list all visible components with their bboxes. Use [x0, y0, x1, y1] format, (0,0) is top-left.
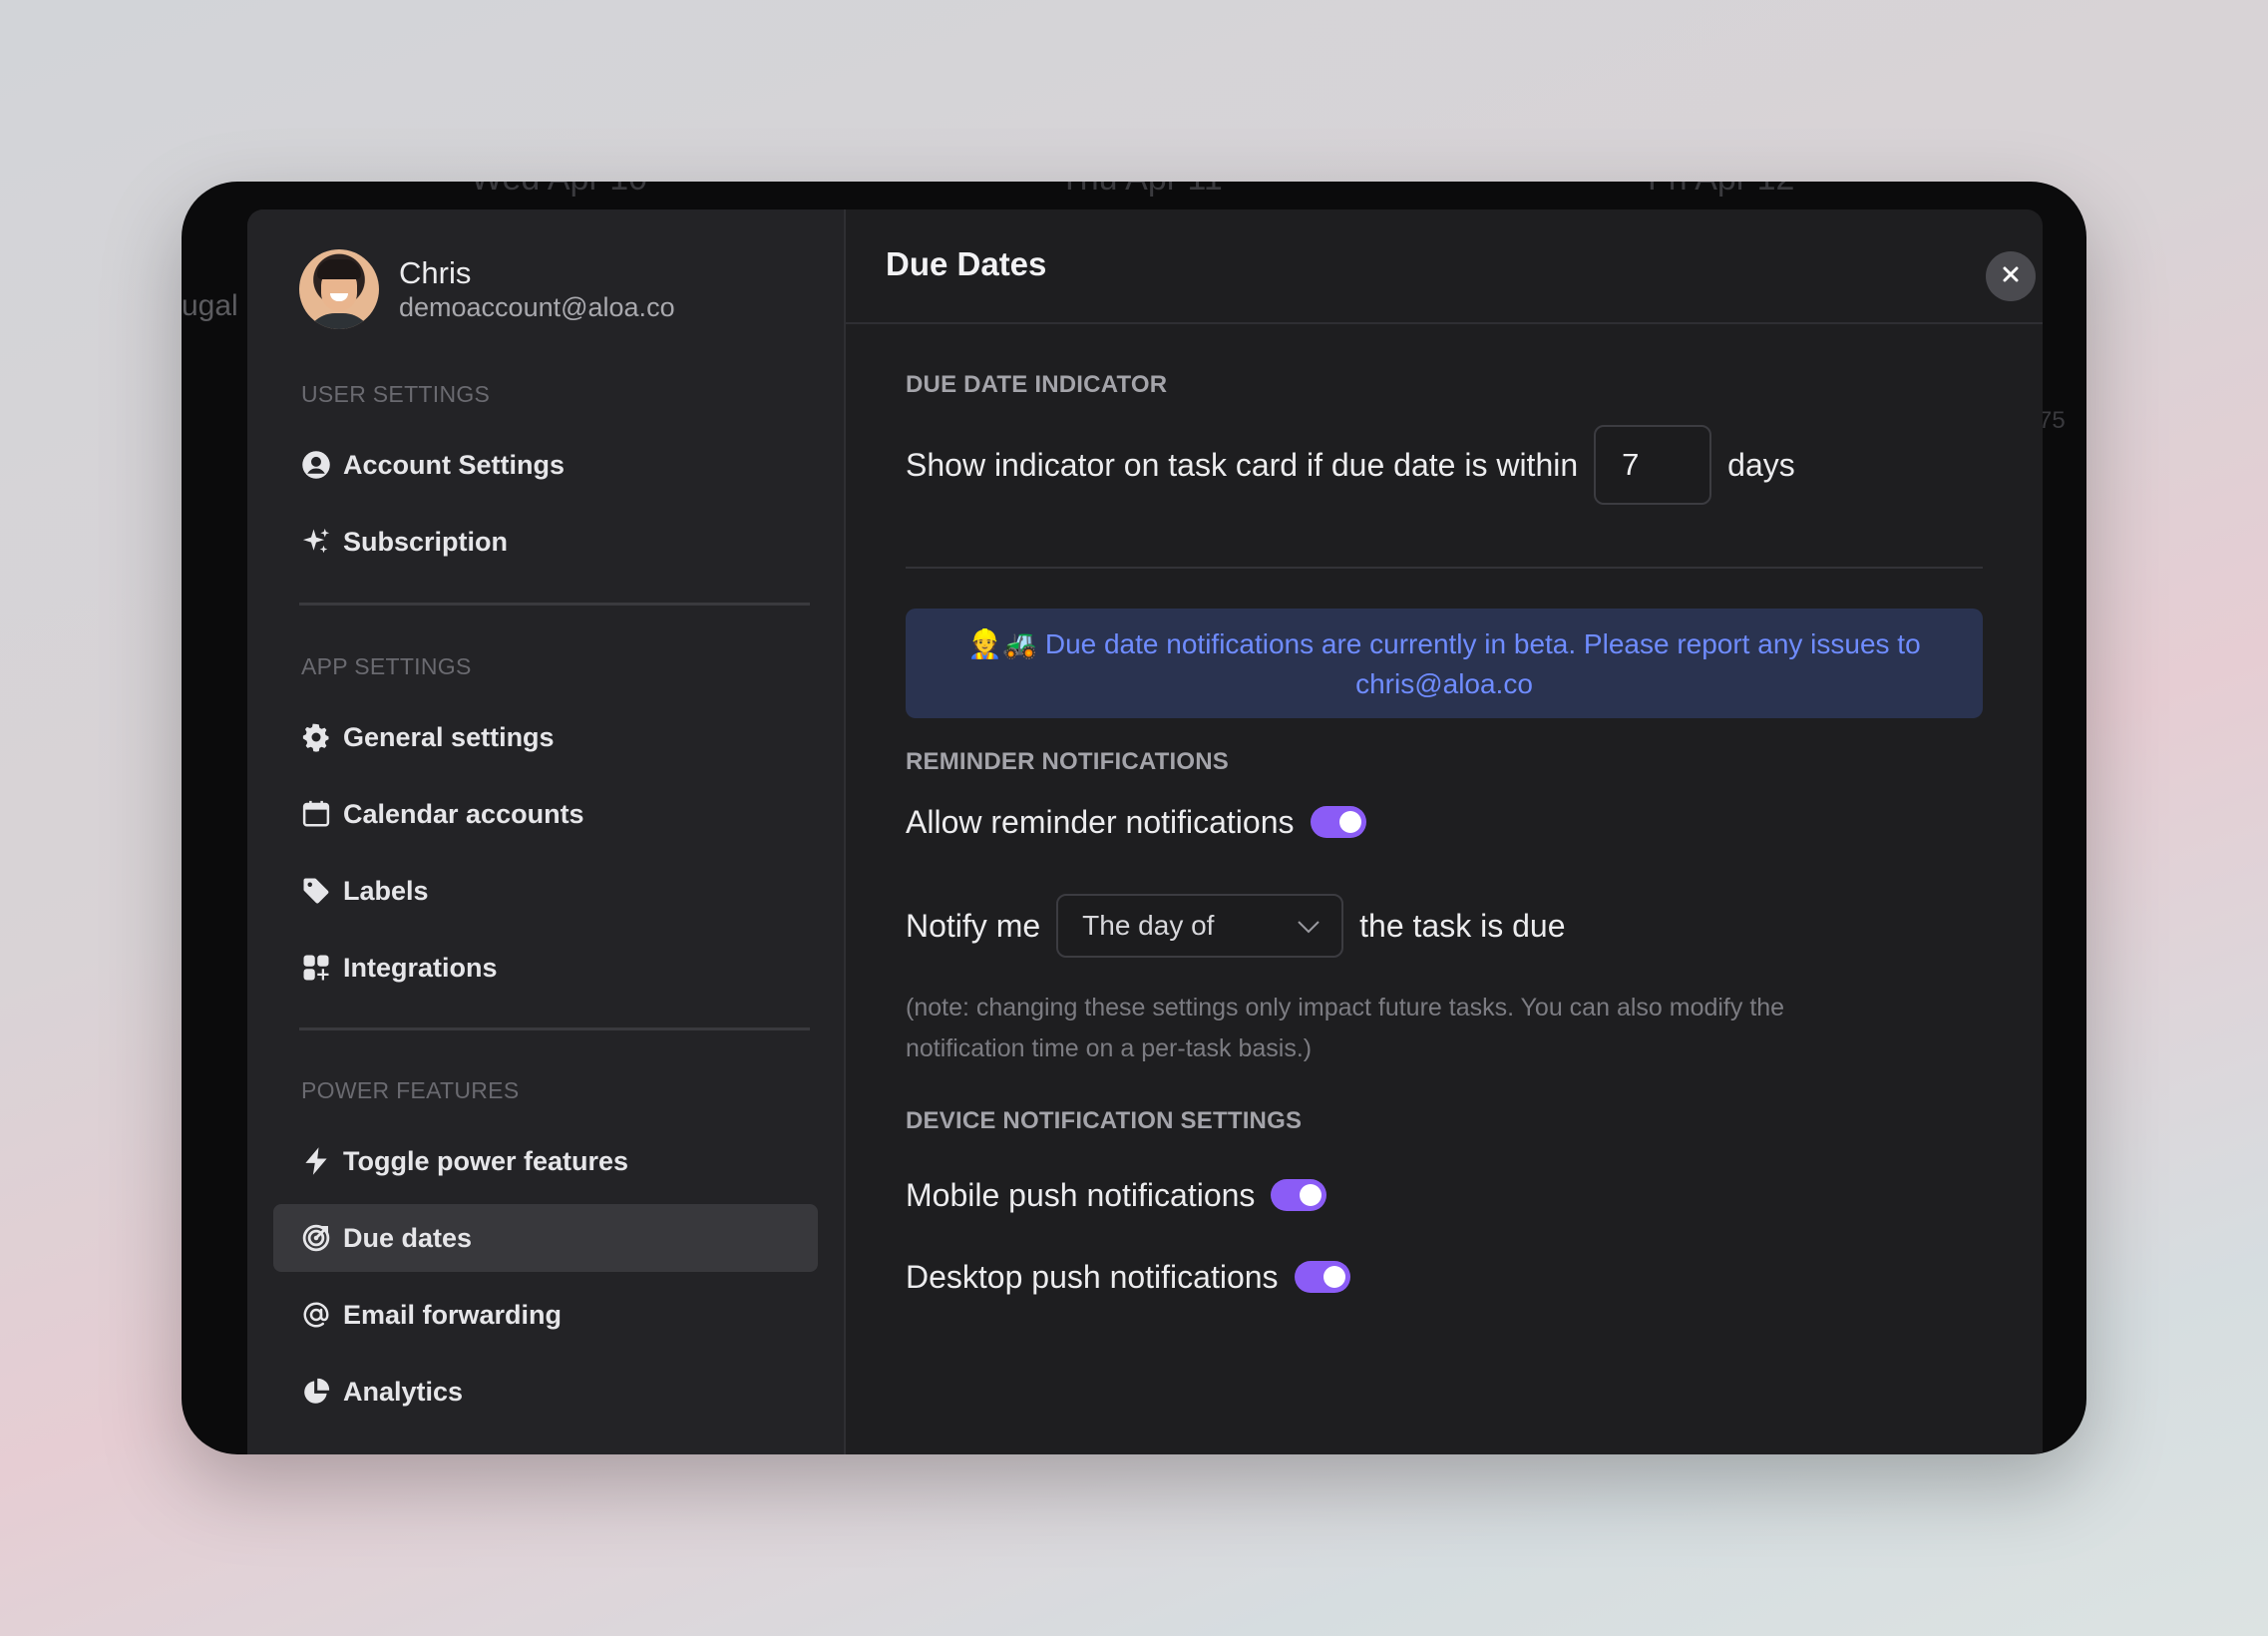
section-label-app-settings: APP SETTINGS [301, 653, 472, 679]
sidebar-item-calendar-accounts[interactable]: Calendar accounts [273, 780, 818, 848]
background-fragment: 75 [2039, 407, 2066, 434]
sidebar-item-integrations[interactable]: Integrations [273, 934, 818, 1002]
sidebar-item-label: Analytics [343, 1376, 464, 1407]
sidebar-item-label: Subscription [343, 526, 509, 557]
indicator-suffix: days [1727, 446, 1795, 483]
sidebar-item-general-settings[interactable]: General settings [273, 703, 818, 771]
desktop-push-label: Desktop push notifications [906, 1258, 1279, 1295]
mobile-push-toggle[interactable] [1271, 1179, 1327, 1211]
chevron-down-icon [1296, 914, 1322, 947]
section-divider [906, 567, 1983, 569]
sidebar-item-account-settings[interactable]: Account Settings [273, 431, 818, 499]
beta-text: Due date notifications are currently in … [1044, 628, 1921, 659]
background-day-header: Fri Apr 12 [1648, 182, 1794, 199]
section-heading-reminder: REMINDER NOTIFICATIONS [906, 748, 1229, 775]
notify-prefix: Notify me [906, 907, 1041, 944]
target-icon [299, 1221, 333, 1255]
sidebar-item-toggle-power-features[interactable]: Toggle power features [273, 1127, 818, 1195]
sidebar-item-labels[interactable]: Labels [273, 857, 818, 925]
beta-emoji: 👷🚜 [967, 628, 1038, 659]
notify-suffix: the task is due [1359, 907, 1566, 944]
sidebar-item-due-dates[interactable]: Due dates [273, 1204, 818, 1272]
allow-reminder-toggle[interactable] [1310, 806, 1366, 838]
tag-icon [299, 874, 333, 908]
beta-email-link[interactable]: chris@aloa.co [1355, 668, 1533, 699]
desktop-push-toggle[interactable] [1294, 1261, 1350, 1293]
sidebar-item-label: Account Settings [343, 449, 566, 480]
allow-reminder-label: Allow reminder notifications [906, 803, 1295, 840]
sidebar-item-label: Labels [343, 875, 429, 906]
background-day-header: Wed Apr 10 [471, 182, 647, 199]
page-title: Due Dates [886, 245, 1047, 282]
at-sign-icon [299, 1298, 333, 1332]
allow-reminder-row: Allow reminder notifications [906, 800, 1366, 844]
settings-main-panel: Due Dates DUE DATE INDICATOR Show indica… [846, 209, 2043, 1454]
gear-icon [299, 720, 333, 754]
sidebar-item-label: Toggle power features [343, 1145, 629, 1176]
mobile-push-label: Mobile push notifications [906, 1176, 1256, 1213]
grid-plus-icon [299, 951, 333, 985]
calendar-icon [299, 797, 333, 831]
sidebar-item-email-forwarding[interactable]: Email forwarding [273, 1281, 818, 1349]
lightning-icon [299, 1144, 333, 1178]
sidebar-item-label: Integrations [343, 952, 498, 983]
user-circle-icon [299, 448, 333, 482]
indicator-prefix: Show indicator on task card if due date … [906, 446, 1579, 483]
background-fragment: ugal [182, 289, 238, 322]
panel-header: Due Dates [846, 209, 2043, 324]
close-icon [2001, 264, 2021, 289]
background-day-header: Thu Apr 11 [1059, 182, 1223, 199]
beta-banner: 👷🚜 Due date notifications are currently … [906, 609, 1983, 718]
section-label-user-settings: USER SETTINGS [301, 381, 491, 407]
desktop-push-row: Desktop push notifications [906, 1255, 1350, 1299]
notify-timing-select[interactable]: The day of [1056, 894, 1344, 958]
sidebar-item-label: Email forwarding [343, 1299, 563, 1330]
sparkles-icon [299, 525, 333, 559]
sidebar-divider [299, 603, 810, 606]
sidebar-item-analytics[interactable]: Analytics [273, 1358, 818, 1426]
profile-name: Chris [399, 255, 472, 290]
sidebar-item-label: Due dates [343, 1222, 473, 1253]
settings-sidebar: Chris demoaccount@aloa.co USER SETTINGS … [247, 209, 846, 1454]
user-profile: Chris demoaccount@aloa.co [299, 249, 675, 329]
sidebar-divider [299, 1027, 810, 1030]
sidebar-item-subscription[interactable]: Subscription [273, 508, 818, 576]
section-label-power-features: POWER FEATURES [301, 1077, 520, 1103]
reminder-note: (note: changing these settings only impa… [906, 994, 1785, 1062]
device-frame: Wed Apr 10 Thu Apr 11 Fri Apr 12 ugal 75… [182, 182, 2086, 1454]
section-heading-due-date-indicator: DUE DATE INDICATOR [906, 371, 1168, 398]
due-date-days-input[interactable] [1594, 425, 1712, 505]
notify-me-row: Notify me The day of the task is due [906, 894, 1565, 958]
mobile-push-row: Mobile push notifications [906, 1173, 1327, 1217]
avatar [299, 249, 379, 329]
sidebar-item-label: Calendar accounts [343, 798, 584, 829]
due-date-indicator-row: Show indicator on task card if due date … [906, 425, 1795, 505]
close-button[interactable] [1986, 251, 2036, 301]
pie-chart-icon [299, 1375, 333, 1409]
notify-timing-value: The day of [1082, 910, 1215, 941]
profile-email: demoaccount@aloa.co [399, 292, 675, 322]
sidebar-item-label: General settings [343, 721, 555, 752]
section-heading-device: DEVICE NOTIFICATION SETTINGS [906, 1107, 1303, 1134]
settings-modal: Chris demoaccount@aloa.co USER SETTINGS … [247, 209, 2043, 1454]
